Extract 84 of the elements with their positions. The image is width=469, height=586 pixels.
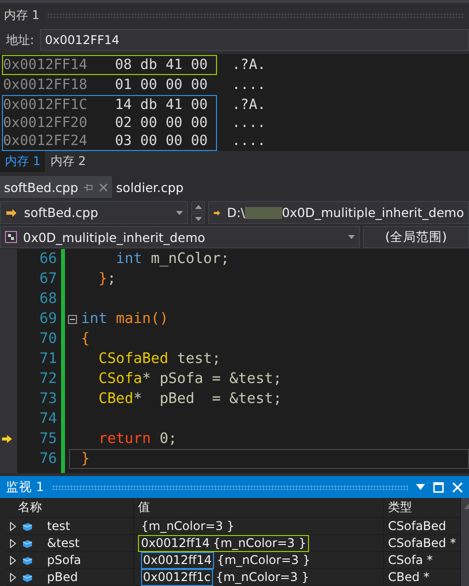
address-field[interactable]: 0x0012FF14 xyxy=(40,29,469,51)
caret-down-icon xyxy=(194,216,202,220)
variable-type: CSofaBed xyxy=(388,519,446,533)
address-label: 地址: xyxy=(6,32,34,48)
memory-bytes: 08 db 41 00 xyxy=(115,57,208,73)
code-line: }; xyxy=(97,270,116,288)
pointer-address: 0x0012ff14 xyxy=(141,552,214,568)
memory-tab[interactable]: 内存 1 xyxy=(0,151,46,172)
variable-name: pBed xyxy=(47,570,78,584)
memory-ascii: .... xyxy=(232,115,266,131)
pointer-address: 0x0012ff1c xyxy=(141,568,213,586)
caret-icon xyxy=(176,210,183,214)
memory-ascii: .?A. xyxy=(232,97,266,113)
caret-icon xyxy=(348,235,355,239)
variable-icon xyxy=(22,572,33,582)
code-line: int m_nColor; xyxy=(114,250,230,268)
variable-icon xyxy=(22,522,33,530)
column-header[interactable]: 名称 xyxy=(6,498,134,518)
memory-bytes: 14 db 41 00 xyxy=(115,97,208,113)
memory-tab[interactable]: 内存 2 xyxy=(45,151,91,172)
code-line: CBed* pBed = &test; xyxy=(97,390,282,408)
code-line: CSofa* pSofa = &test; xyxy=(97,370,282,388)
variable-name: &test xyxy=(47,536,80,550)
memory-bytes: 01 00 00 00 xyxy=(115,77,208,93)
line-number: 70 xyxy=(38,330,58,349)
path-start: D:\ xyxy=(226,205,246,220)
code-line: return 0; xyxy=(97,430,178,448)
variable-value: {m_nColor=3 } xyxy=(216,553,310,567)
line-number: 71 xyxy=(38,350,58,369)
project-dropdown[interactable]: 0x0D_mulitiple_inherit_demo xyxy=(0,226,360,248)
variable-value: {m_nColor=3 } xyxy=(141,519,234,533)
memory-bytes: 03 00 00 00 xyxy=(115,133,208,149)
variable-value: {m_nColor=3 } xyxy=(216,570,310,584)
arrow-icon xyxy=(5,208,18,218)
line-number: 75 xyxy=(17,429,61,449)
memory-address: 0x0012FF18 xyxy=(3,77,88,93)
memory-ascii: .... xyxy=(232,77,266,93)
memory-ascii: .?A. xyxy=(232,57,266,73)
maximize-icon[interactable] xyxy=(433,482,444,492)
variable-name: pSofa xyxy=(47,553,82,567)
project-icon xyxy=(5,231,17,243)
caret-up-icon xyxy=(194,204,202,208)
memory-address: 0x0012FF14 xyxy=(3,57,88,73)
scope-dropdown[interactable]: (全局范围) xyxy=(363,226,469,248)
redacted-block xyxy=(245,206,282,218)
code-line: CSofaBed test; xyxy=(97,350,221,368)
variable-name: test xyxy=(47,519,70,533)
line-number: 74 xyxy=(38,410,58,429)
line-number: 67 xyxy=(38,270,58,289)
code-line: } xyxy=(81,450,90,468)
line-number: 66 xyxy=(38,250,58,269)
memory-address: 0x0012FF24 xyxy=(3,133,88,149)
code-line: { xyxy=(81,330,90,348)
pointer-address: 0x0012ff14 xyxy=(141,536,210,550)
collapse-icon[interactable] xyxy=(68,314,77,324)
close-icon[interactable] xyxy=(99,182,108,192)
arrow-icon xyxy=(213,208,221,218)
dropdown-icon[interactable] xyxy=(416,484,425,490)
variable-icon xyxy=(22,556,33,564)
line-number: 72 xyxy=(38,370,58,389)
column-header[interactable]: 值 xyxy=(134,498,384,518)
variable-icon xyxy=(22,538,33,548)
variable-type: CBed * xyxy=(388,570,430,584)
pin-icon[interactable] xyxy=(84,182,94,192)
memory-address: 0x0012FF1C xyxy=(3,97,88,113)
memory-bytes: 02 00 00 00 xyxy=(115,115,208,131)
line-number: 73 xyxy=(38,390,58,409)
scroll-down-button[interactable] xyxy=(191,213,205,224)
code-line: int main() xyxy=(81,310,168,328)
panel-title: 内存 1 xyxy=(4,6,40,24)
line-number: 76 xyxy=(38,450,58,469)
path-end: 0x0D_mulitiple_inherit_demo xyxy=(282,205,464,220)
file-dropdown[interactable]: softBed.cpp xyxy=(0,201,188,224)
line-number: 68 xyxy=(38,290,58,309)
file-tab[interactable]: softBed.cpp xyxy=(0,176,112,198)
variable-type: CSofaBed * xyxy=(388,536,456,550)
scroll-up-button[interactable] xyxy=(191,201,205,212)
panel-title: 监视 1 xyxy=(6,478,44,496)
line-number: 69 xyxy=(38,310,58,329)
variable-value: {m_nColor=3 } xyxy=(212,536,306,550)
variable-type: CSofa * xyxy=(388,553,433,567)
path-dropdown[interactable]: D:\ 0x0D_mulitiple_inherit_demo xyxy=(208,201,469,224)
memory-address: 0x0012FF20 xyxy=(3,115,88,131)
memory-ascii: .... xyxy=(232,133,266,149)
